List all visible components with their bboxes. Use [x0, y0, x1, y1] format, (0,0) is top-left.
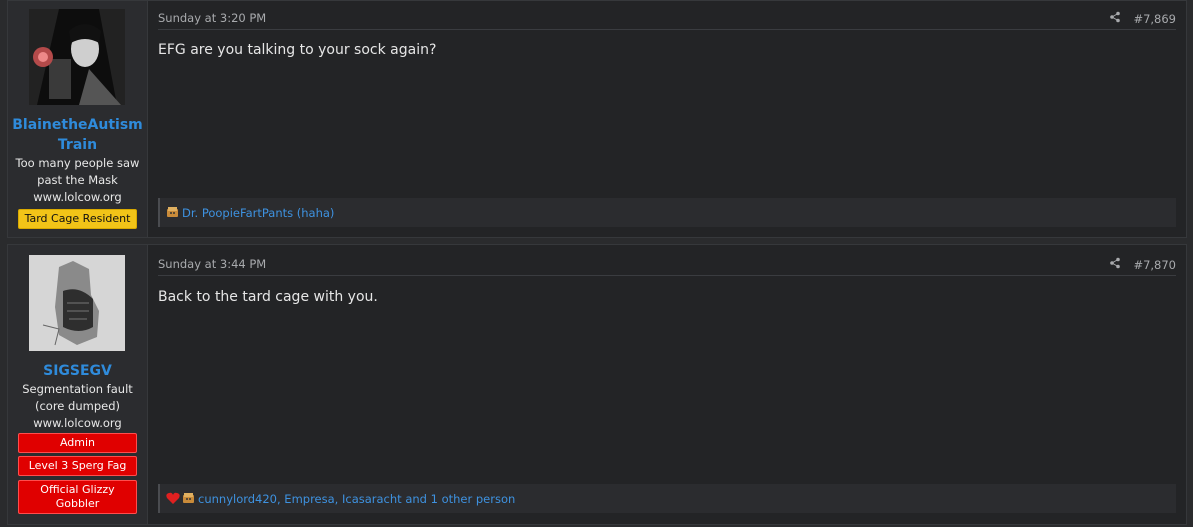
post-date[interactable]: Sunday at 3:44 PM — [158, 257, 266, 271]
user-info: BlainetheAutism Train Too many people sa… — [8, 1, 148, 237]
avatar[interactable] — [29, 255, 125, 351]
user-banner: Official Glizzy Gobbler — [18, 480, 137, 514]
reactions-bar[interactable]: Dr. PoopieFartPants (haha) — [158, 198, 1176, 227]
reactions-text[interactable]: cunnylord420, Empresa, Icasaracht and 1 … — [198, 492, 515, 506]
reactions-text[interactable]: Dr. PoopieFartPants (haha) — [182, 206, 334, 220]
user-title: Segmentation fault (core dumped) www.lol… — [8, 381, 147, 432]
post-number[interactable]: #7,869 — [1133, 12, 1176, 26]
post: SIGSEGV Segmentation fault (core dumped)… — [7, 244, 1187, 525]
post: BlainetheAutism Train Too many people sa… — [7, 0, 1187, 238]
username[interactable]: SIGSEGV — [8, 361, 147, 381]
post-meta: #7,870 — [1109, 257, 1176, 272]
haha-icon — [166, 206, 179, 219]
heart-icon — [166, 492, 180, 505]
post-message: EFG are you talking to your sock again? — [158, 42, 437, 58]
divider — [158, 275, 1176, 276]
user-title-line: past the Mask — [37, 173, 118, 187]
haha-icon — [182, 492, 195, 505]
user-title: Too many people saw past the Mask www.lo… — [8, 155, 147, 206]
user-banner: Tard Cage Resident — [18, 209, 137, 229]
user-title-line: (core dumped) — [34, 399, 120, 413]
user-title-line: Segmentation fault — [22, 382, 133, 396]
user-title-line: Too many people saw — [15, 156, 140, 170]
reactions-bar[interactable]: cunnylord420, Empresa, Icasaracht and 1 … — [158, 484, 1176, 513]
avatar[interactable] — [29, 9, 125, 105]
divider — [158, 29, 1176, 30]
share-icon[interactable] — [1109, 257, 1121, 272]
user-banner: Admin — [18, 433, 137, 453]
username[interactable]: BlainetheAutism Train — [8, 115, 147, 155]
user-title-line: www.lolcow.org — [33, 190, 122, 204]
post-number[interactable]: #7,870 — [1133, 258, 1176, 272]
share-icon[interactable] — [1109, 11, 1121, 26]
user-title-line: www.lolcow.org — [33, 416, 122, 430]
post-message: Back to the tard cage with you. — [158, 289, 378, 305]
post-meta: #7,869 — [1109, 11, 1176, 26]
post-date[interactable]: Sunday at 3:20 PM — [158, 11, 266, 25]
user-info: SIGSEGV Segmentation fault (core dumped)… — [8, 245, 148, 524]
user-banner: Level 3 Sperg Fag — [18, 456, 137, 476]
